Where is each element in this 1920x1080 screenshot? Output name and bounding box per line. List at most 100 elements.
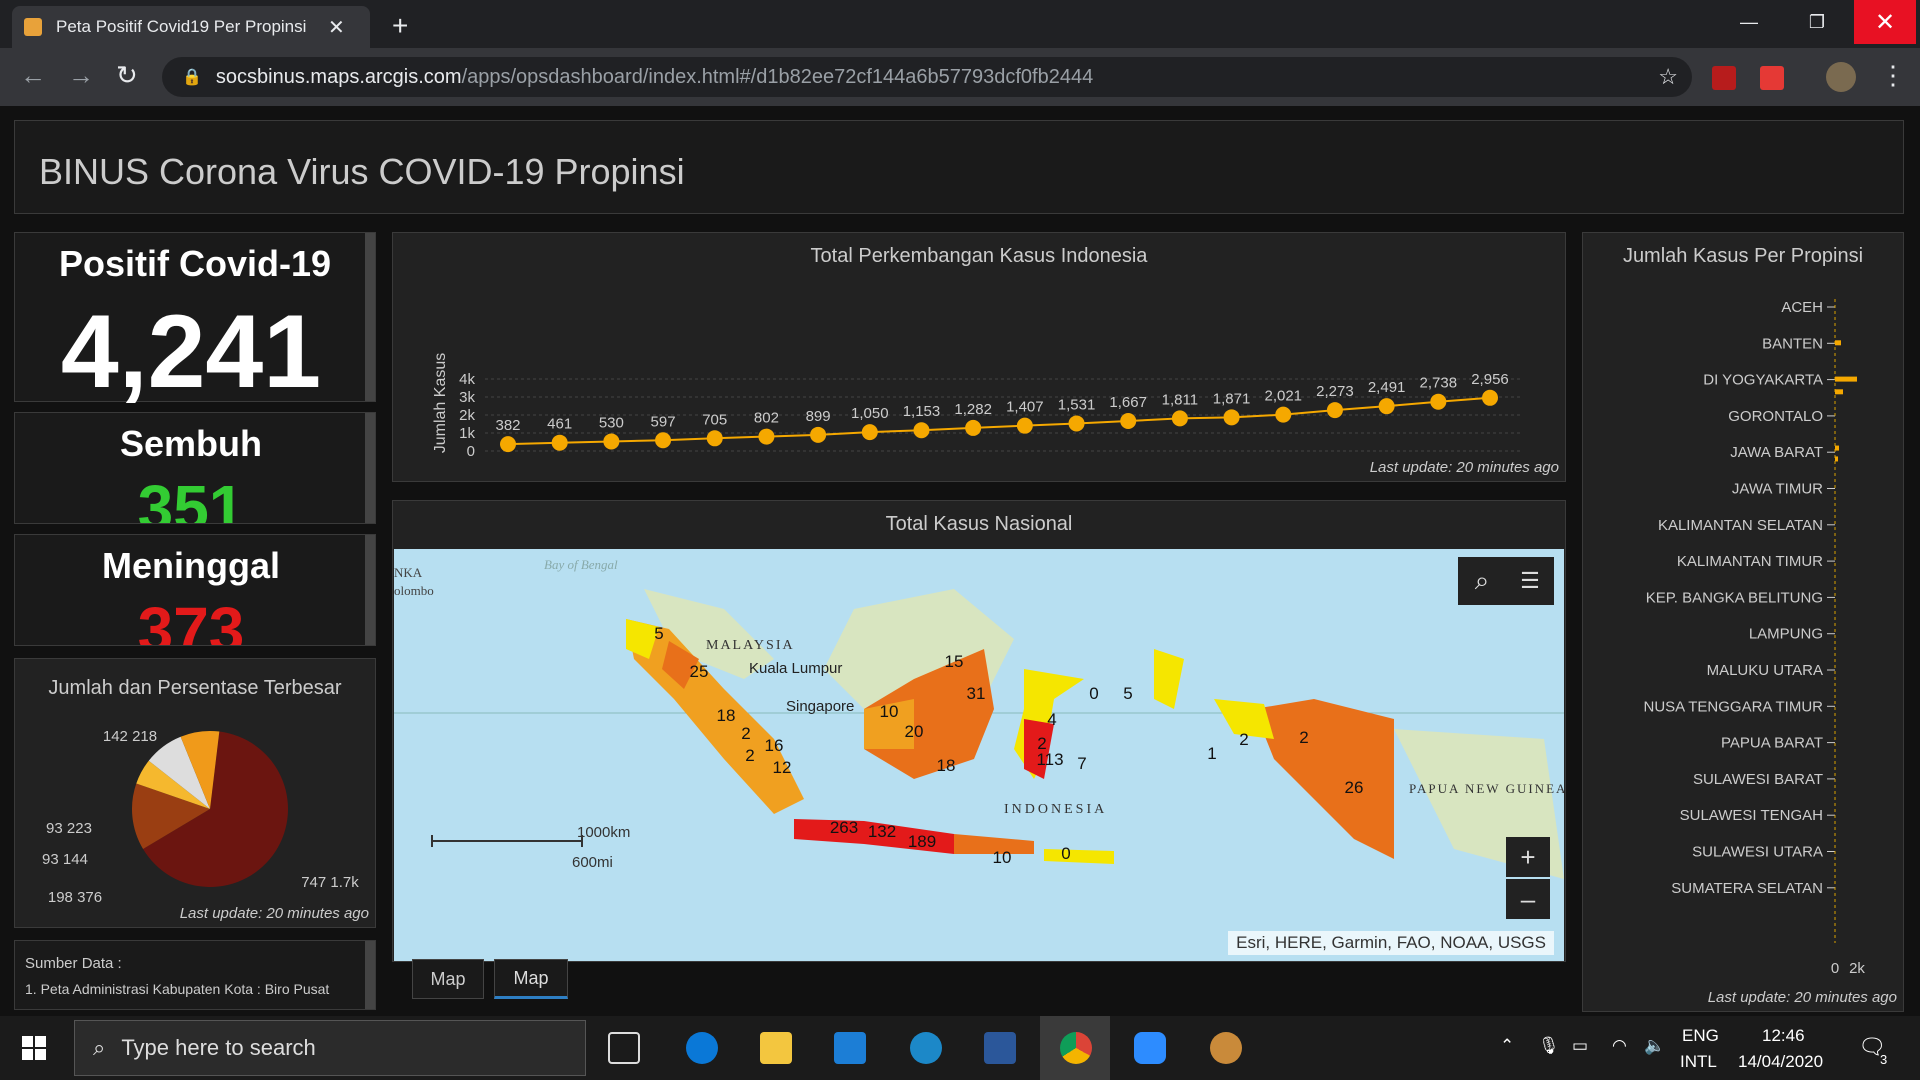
clock-date[interactable]: 14/04/2020 — [1738, 1052, 1823, 1072]
clock-time[interactable]: 12:46 — [1762, 1026, 1805, 1046]
province-count-label[interactable]: 18 — [717, 706, 736, 725]
scrollbar[interactable] — [365, 535, 375, 645]
data-point[interactable] — [1275, 406, 1292, 423]
province-count-label[interactable]: 2 — [745, 746, 754, 765]
data-point[interactable] — [861, 424, 878, 441]
map-tab-1[interactable]: Map — [412, 959, 484, 999]
pocket-extension-icon[interactable] — [1760, 66, 1784, 90]
province-count-label[interactable]: 26 — [1345, 778, 1364, 797]
restore-icon[interactable]: ❐ — [1786, 0, 1848, 44]
data-point[interactable] — [706, 430, 723, 447]
scrollbar[interactable] — [365, 413, 375, 523]
volume-icon[interactable]: 🔈 — [1644, 1036, 1665, 1056]
data-point[interactable] — [1430, 393, 1447, 410]
data-point[interactable] — [655, 432, 672, 449]
data-point[interactable] — [1120, 412, 1137, 429]
map-view[interactable]: Bay of Bengal NKA olombo MALAYSIA Kuala … — [394, 549, 1564, 961]
province-count-label[interactable]: 15 — [945, 652, 964, 671]
mic-icon[interactable]: 🎙 — [1538, 1036, 1560, 1056]
battery-icon[interactable]: ▭ — [1572, 1036, 1588, 1056]
data-point[interactable] — [965, 419, 982, 436]
province-count-label[interactable]: 2 — [1239, 730, 1248, 749]
zoom-in-button[interactable]: + — [1506, 837, 1550, 877]
data-label: 802 — [754, 410, 779, 427]
wifi-icon[interactable]: ◠ — [1612, 1036, 1627, 1056]
province-count-label[interactable]: 25 — [690, 662, 709, 681]
data-point[interactable] — [1223, 409, 1240, 426]
province-count-label[interactable]: 20 — [905, 722, 924, 741]
url-input[interactable]: 🔒 socsbinus.maps.arcgis.com/apps/opsdash… — [162, 57, 1692, 97]
province-count-label[interactable]: 10 — [880, 702, 899, 721]
edge-icon[interactable] — [686, 1032, 718, 1064]
search-icon[interactable]: ⌕ — [1458, 557, 1506, 605]
province-count-label[interactable]: 0 — [1089, 684, 1098, 703]
reload-icon[interactable]: ↻ — [116, 60, 138, 91]
data-point[interactable] — [1171, 410, 1188, 427]
list-icon[interactable]: ☰ — [1506, 557, 1554, 605]
province-count-label[interactable]: 5 — [654, 624, 663, 643]
bar[interactable] — [1835, 445, 1839, 451]
browser-tab[interactable]: Peta Positif Covid19 Per Propinsi ✕ — [12, 6, 370, 48]
menu-kebab-icon[interactable]: ⋮ — [1880, 60, 1906, 91]
task-view-icon[interactable] — [608, 1032, 640, 1064]
bookmark-star-icon[interactable]: ☆ — [1658, 64, 1678, 90]
zoom-out-button[interactable]: – — [1506, 879, 1550, 919]
zoom-app-icon[interactable] — [1134, 1032, 1166, 1064]
map-tab-2[interactable]: Map — [494, 959, 568, 999]
province-count-label[interactable]: 132 — [868, 822, 896, 841]
x-tick-label: 30 Maret — [993, 462, 1057, 463]
province-count-label[interactable]: 7 — [1077, 754, 1086, 773]
province-count-label[interactable]: 2 — [1299, 728, 1308, 747]
province-count-label[interactable]: 31 — [967, 684, 986, 703]
bar[interactable] — [1835, 389, 1843, 395]
province-count-label[interactable]: 1 — [1207, 744, 1216, 763]
chrome-icon[interactable] — [1060, 1032, 1092, 1064]
close-window-icon[interactable]: ✕ — [1854, 0, 1916, 44]
data-point[interactable] — [758, 428, 775, 445]
bar[interactable] — [1835, 456, 1838, 462]
province-count-label[interactable]: 16 — [765, 736, 784, 755]
back-icon[interactable]: ← — [20, 60, 46, 91]
data-point[interactable] — [810, 426, 827, 443]
data-point[interactable] — [1326, 402, 1343, 419]
lang-1[interactable]: ENG — [1682, 1026, 1719, 1046]
province-count-label[interactable]: 189 — [908, 832, 936, 851]
bar[interactable] — [1835, 340, 1841, 346]
pdf-extension-icon[interactable] — [1712, 66, 1736, 90]
profile-avatar[interactable] — [1826, 62, 1856, 92]
data-point[interactable] — [1378, 398, 1395, 415]
minimize-icon[interactable]: — — [1718, 0, 1780, 44]
scrollbar[interactable] — [365, 233, 375, 401]
paint-icon[interactable] — [1210, 1032, 1242, 1064]
data-point[interactable] — [500, 436, 516, 453]
windows-start-icon[interactable] — [22, 1036, 46, 1060]
scale-km: 1000km — [577, 824, 630, 841]
data-point[interactable] — [913, 422, 930, 439]
province-count-label[interactable]: 10 — [993, 848, 1012, 867]
new-tab-button[interactable]: + — [392, 10, 408, 42]
data-point[interactable] — [1482, 389, 1498, 406]
province-count-label[interactable]: 5 — [1123, 684, 1132, 703]
data-point[interactable] — [1068, 415, 1085, 432]
province-count-label[interactable]: 18 — [937, 756, 956, 775]
province-count-label[interactable]: 2 — [741, 724, 750, 743]
province-count-label[interactable]: 113 — [1036, 750, 1063, 769]
data-point[interactable] — [1016, 417, 1033, 434]
forward-icon[interactable]: → — [68, 60, 94, 91]
tray-chevron-icon[interactable]: ⌃ — [1500, 1036, 1514, 1056]
scrollbar[interactable] — [365, 941, 375, 1009]
tab-close-icon[interactable]: ✕ — [328, 15, 345, 40]
word-icon[interactable] — [984, 1032, 1016, 1064]
data-point[interactable] — [551, 434, 568, 451]
taskbar-search-input[interactable]: ⌕ Type here to search — [74, 1020, 586, 1076]
province-count-label[interactable]: 263 — [830, 818, 858, 837]
mail-icon[interactable] — [834, 1032, 866, 1064]
lang-2[interactable]: INTL — [1680, 1052, 1717, 1072]
data-point[interactable] — [603, 433, 620, 450]
province-count-label[interactable]: 4 — [1047, 710, 1056, 729]
app-icon[interactable] — [910, 1032, 942, 1064]
province-count-label[interactable]: 0 — [1061, 844, 1070, 863]
bar[interactable] — [1835, 376, 1857, 382]
file-explorer-icon[interactable] — [760, 1032, 792, 1064]
province-count-label[interactable]: 12 — [773, 758, 792, 777]
